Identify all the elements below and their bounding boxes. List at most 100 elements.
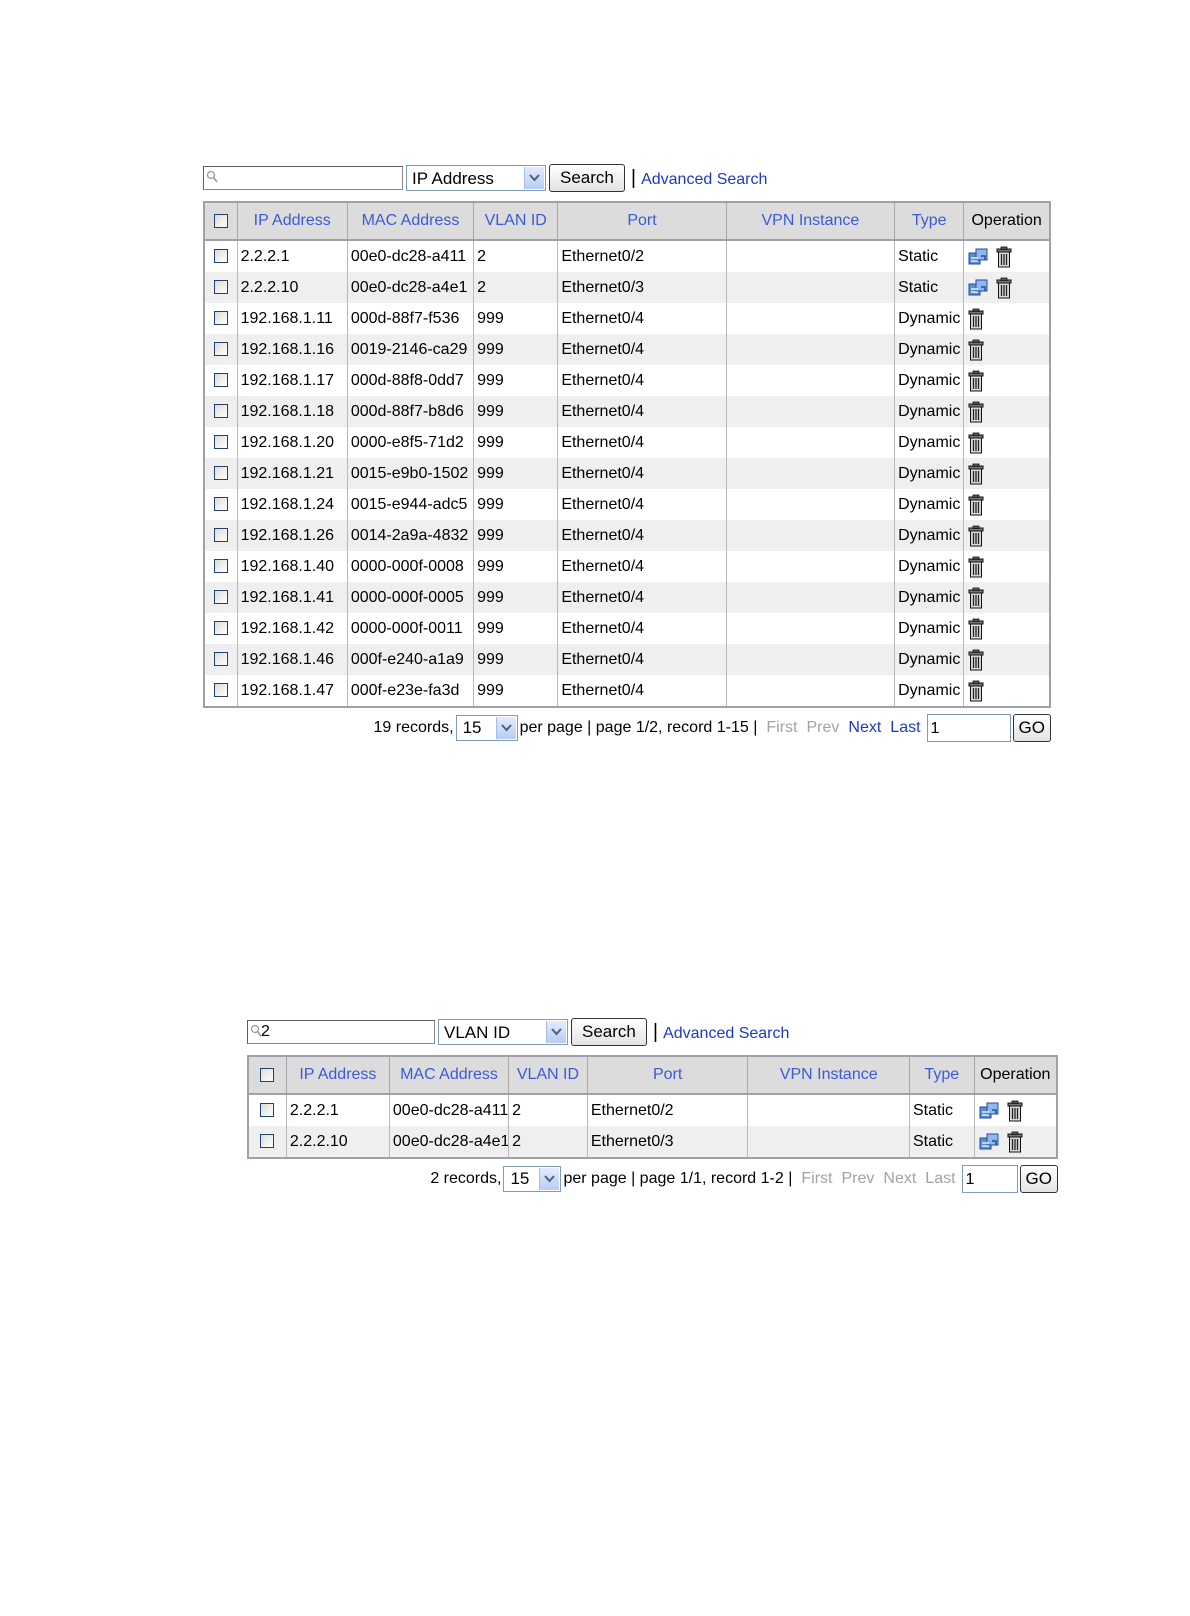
row-checkbox[interactable] [213, 590, 228, 605]
table-row[interactable]: 192.168.1.24 0015-e944-adc5 999 Ethernet0/4… [204, 489, 1051, 520]
delete-icon[interactable] [968, 308, 984, 330]
row-checkbox[interactable] [213, 311, 228, 326]
table-row[interactable]: 2.2.2.10 00e0-dc28-a4e1 2 Ethernet0/3 Static [248, 1126, 1058, 1158]
dropdown-arrow-icon[interactable] [495, 717, 516, 739]
first-page-link[interactable]: First [766, 719, 797, 737]
vpn-instance-cell [726, 520, 896, 551]
col-vpn-instance[interactable]: VPN Instance [726, 202, 896, 241]
row-checkbox[interactable] [213, 528, 228, 543]
table-row[interactable]: 192.168.1.46 000f-e240-a1a9 999 Ethernet0/4… [204, 644, 1051, 675]
delete-icon[interactable] [968, 525, 984, 547]
delete-icon[interactable] [968, 587, 984, 609]
row-checkbox[interactable] [260, 1103, 275, 1118]
delete-icon[interactable] [968, 556, 984, 578]
dropdown-arrow-icon[interactable] [539, 1168, 560, 1190]
col-ip-address[interactable]: IP Address [237, 202, 348, 241]
search-input[interactable] [203, 166, 403, 190]
row-checkbox[interactable] [213, 373, 228, 388]
delete-icon[interactable] [1007, 1131, 1023, 1153]
operation-cell [974, 1094, 1058, 1126]
last-page-link[interactable]: Last [890, 719, 920, 737]
delete-icon[interactable] [968, 401, 984, 423]
first-page-link[interactable]: First [801, 1170, 832, 1188]
dropdown-arrow-icon[interactable] [546, 1021, 566, 1043]
go-button[interactable]: GO [1019, 1165, 1058, 1193]
delete-icon[interactable] [968, 494, 984, 516]
delete-icon[interactable] [968, 680, 984, 702]
table-row[interactable]: 2.2.2.10 00e0-dc28-a4e1 2 Ethernet0/3 Static [204, 272, 1051, 303]
configure-icon[interactable] [968, 247, 990, 267]
col-vlan-id[interactable]: VLAN ID [508, 1056, 588, 1095]
row-checkbox[interactable] [260, 1134, 275, 1149]
search-input[interactable]: 2 [247, 1020, 435, 1044]
col-vlan-id[interactable]: VLAN ID [473, 202, 559, 241]
table-row[interactable]: 192.168.1.17 000d-88f8-0dd7 999 Ethernet0/4… [204, 365, 1051, 396]
row-select-cell [204, 396, 238, 427]
delete-icon[interactable] [1007, 1100, 1023, 1122]
page-number-input[interactable]: 1 [961, 1165, 1018, 1193]
delete-icon[interactable] [968, 649, 984, 671]
table-row[interactable]: 192.168.1.18 000d-88f7-b8d6 999 Ethernet0/4… [204, 396, 1051, 427]
delete-icon[interactable] [968, 432, 984, 454]
col-type[interactable]: Type [894, 202, 965, 241]
port-cell: Ethernet0/4 [557, 458, 727, 489]
table-row[interactable]: 192.168.1.42 0000-000f-0011 999 Ethernet0/4… [204, 613, 1051, 644]
search-button[interactable]: Search [571, 1018, 647, 1046]
delete-icon[interactable] [968, 463, 984, 485]
row-checkbox[interactable] [213, 404, 228, 419]
col-port[interactable]: Port [557, 202, 727, 241]
next-page-link[interactable]: Next [883, 1170, 916, 1188]
advanced-search-link[interactable]: Advanced Search [641, 171, 767, 189]
table-row[interactable]: 192.168.1.16 0019-2146-ca29 999 Ethernet0/4… [204, 334, 1051, 365]
advanced-search-link[interactable]: Advanced Search [663, 1025, 789, 1043]
table-row[interactable]: 192.168.1.41 0000-000f-0005 999 Ethernet0/4… [204, 582, 1051, 613]
col-mac-address[interactable]: MAC Address [347, 202, 475, 241]
table-row[interactable]: 192.168.1.21 0015-e9b0-1502 999 Ethernet0/4… [204, 458, 1051, 489]
dropdown-arrow-icon[interactable] [524, 167, 544, 189]
per-page-select[interactable]: 15 [503, 1166, 562, 1192]
delete-icon[interactable] [968, 618, 984, 640]
per-page-select[interactable]: 15 [455, 715, 518, 741]
table-row[interactable]: 192.168.1.20 0000-e8f5-71d2 999 Ethernet0/4… [204, 427, 1051, 458]
row-checkbox[interactable] [213, 497, 228, 512]
configure-icon[interactable] [979, 1101, 1001, 1121]
col-mac-address[interactable]: MAC Address [389, 1056, 510, 1095]
delete-icon[interactable] [996, 277, 1012, 299]
col-type[interactable]: Type [909, 1056, 975, 1095]
row-checkbox[interactable] [213, 280, 228, 295]
prev-page-link[interactable]: Prev [806, 719, 839, 737]
col-ip-address[interactable]: IP Address [286, 1056, 390, 1095]
row-checkbox[interactable] [213, 342, 228, 357]
configure-icon[interactable] [968, 278, 990, 298]
select-all-checkbox[interactable] [213, 213, 228, 228]
table-row[interactable]: 192.168.1.11 000d-88f7-f536 999 Ethernet0/4… [204, 303, 1051, 334]
table-row[interactable]: 192.168.1.40 0000-000f-0008 999 Ethernet0/4… [204, 551, 1051, 582]
row-checkbox[interactable] [213, 249, 228, 264]
ip-address-cell: 192.168.1.17 [237, 365, 348, 396]
table-row[interactable]: 192.168.1.26 0014-2a9a-4832 999 Ethernet0/4… [204, 520, 1051, 551]
page-number-input[interactable]: 1 [926, 714, 1011, 742]
prev-page-link[interactable]: Prev [841, 1170, 874, 1188]
row-checkbox[interactable] [213, 435, 228, 450]
col-port[interactable]: Port [587, 1056, 749, 1095]
row-checkbox[interactable] [213, 652, 228, 667]
row-checkbox[interactable] [213, 466, 228, 481]
configure-icon[interactable] [979, 1132, 1001, 1152]
col-vpn-instance[interactable]: VPN Instance [747, 1056, 910, 1095]
table-row[interactable]: 2.2.2.1 00e0-dc28-a411 2 Ethernet0/2 Static [248, 1094, 1058, 1126]
search-button[interactable]: Search [549, 164, 625, 192]
search-field-select[interactable]: VLAN ID [438, 1019, 568, 1045]
search-field-select[interactable]: IP Address [406, 165, 546, 191]
row-checkbox[interactable] [213, 621, 228, 636]
row-checkbox[interactable] [213, 559, 228, 574]
row-checkbox[interactable] [213, 683, 228, 698]
delete-icon[interactable] [968, 339, 984, 361]
select-all-checkbox[interactable] [260, 1067, 275, 1082]
table-row[interactable]: 2.2.2.1 00e0-dc28-a411 2 Ethernet0/2 Static [204, 240, 1051, 272]
delete-icon[interactable] [996, 246, 1012, 268]
next-page-link[interactable]: Next [848, 719, 881, 737]
go-button[interactable]: GO [1012, 714, 1051, 742]
delete-icon[interactable] [968, 370, 984, 392]
table-row[interactable]: 192.168.1.47 000f-e23e-fa3d 999 Ethernet0/4… [204, 675, 1051, 707]
last-page-link[interactable]: Last [925, 1170, 955, 1188]
